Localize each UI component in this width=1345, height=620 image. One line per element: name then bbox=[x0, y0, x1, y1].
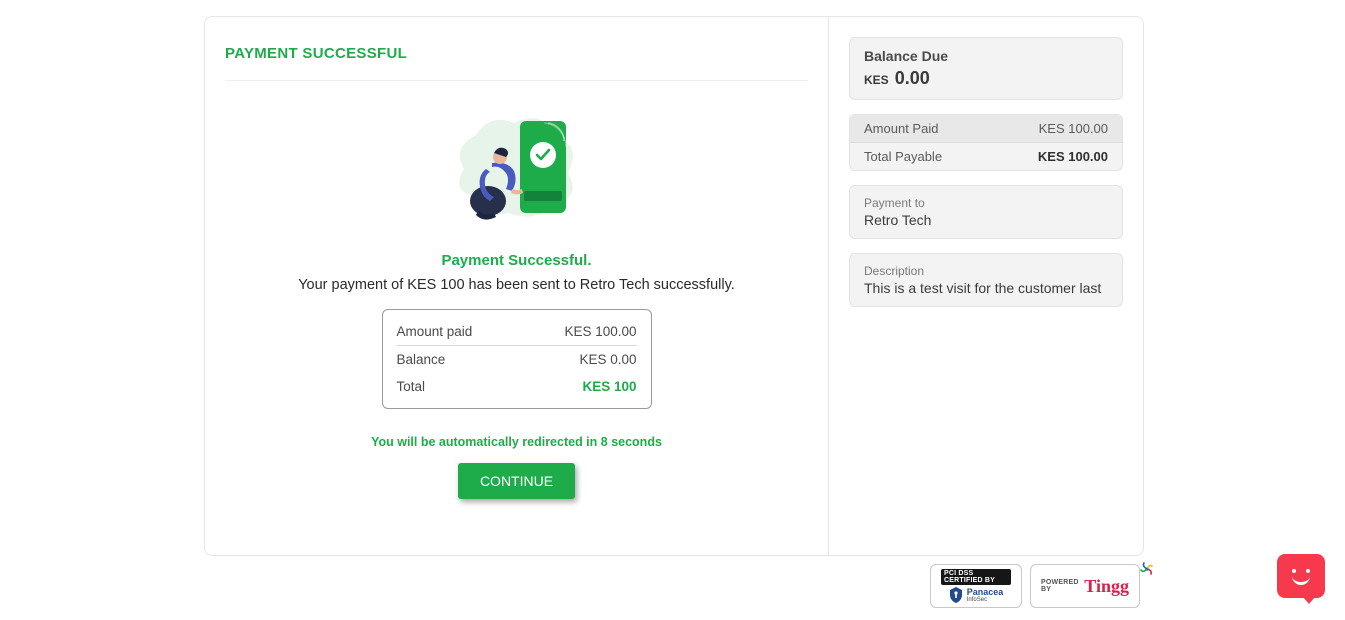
amounts-box: Amount Paid KES 100.00 Total Payable KES… bbox=[849, 114, 1123, 171]
spark-icon bbox=[1140, 562, 1154, 576]
page-title: PAYMENT SUCCESSFUL bbox=[225, 45, 808, 81]
payment-to-label: Payment to bbox=[864, 196, 1108, 210]
payment-card: PAYMENT SUCCESSFUL Payment Successful. Y bbox=[204, 16, 1144, 556]
right-panel: Balance Due KES 0.00 Amount Paid KES 100… bbox=[829, 17, 1143, 555]
total-payable-row: Total Payable KES 100.00 bbox=[850, 143, 1122, 170]
summary-row-balance: Balance KES 0.00 bbox=[397, 346, 637, 373]
summary-amount-paid-value: KES 100.00 bbox=[564, 324, 636, 339]
amount-paid-value: KES 100.00 bbox=[1039, 121, 1108, 136]
balance-due-label: Balance Due bbox=[864, 48, 1108, 64]
summary-row-total: Total KES 100 bbox=[397, 373, 637, 400]
payment-to-value: Retro Tech bbox=[864, 212, 1108, 228]
shield-icon bbox=[949, 587, 963, 603]
summary-balance-label: Balance bbox=[397, 352, 446, 367]
footer-badges: PCI DSS CERTIFIED BY Panacea InfoSec POW… bbox=[930, 564, 1140, 608]
success-description: Your payment of KES 100 has been sent to… bbox=[298, 277, 735, 293]
pci-sub: InfoSec bbox=[967, 597, 1004, 603]
total-payable-value: KES 100.00 bbox=[1038, 149, 1108, 164]
pci-certified-label: PCI DSS CERTIFIED BY bbox=[941, 569, 1011, 585]
description-label: Description bbox=[864, 264, 1108, 278]
summary-box: Amount paid KES 100.00 Balance KES 0.00 … bbox=[382, 309, 652, 409]
summary-row-amount-paid: Amount paid KES 100.00 bbox=[397, 318, 637, 346]
success-illustration bbox=[442, 99, 592, 234]
description-box: Description This is a test visit for the… bbox=[849, 253, 1123, 307]
success-subheading: Payment Successful. bbox=[441, 252, 591, 269]
balance-due-amount: KES 0.00 bbox=[864, 68, 1108, 89]
tingg-badge: POWERED BY Tingg bbox=[1030, 564, 1140, 608]
pci-brand: Panacea InfoSec bbox=[949, 587, 1004, 603]
summary-total-value: KES 100 bbox=[582, 379, 636, 394]
left-panel: PAYMENT SUCCESSFUL Payment Successful. Y bbox=[205, 17, 829, 555]
tingg-logo: Tingg bbox=[1084, 576, 1129, 597]
powered-by-label: POWERED BY bbox=[1041, 579, 1080, 593]
balance-due-value: 0.00 bbox=[895, 68, 930, 89]
amount-paid-label: Amount Paid bbox=[864, 121, 938, 136]
total-payable-label: Total Payable bbox=[864, 149, 942, 164]
pci-name: Panacea bbox=[967, 587, 1004, 597]
redirect-notice: You will be automatically redirected in … bbox=[371, 435, 662, 449]
amount-paid-row: Amount Paid KES 100.00 bbox=[850, 115, 1122, 143]
chat-widget-button[interactable] bbox=[1277, 554, 1325, 598]
summary-balance-value: KES 0.00 bbox=[579, 352, 636, 367]
summary-amount-paid-label: Amount paid bbox=[397, 324, 473, 339]
pci-badge: PCI DSS CERTIFIED BY Panacea InfoSec bbox=[930, 564, 1022, 608]
payment-to-box: Payment to Retro Tech bbox=[849, 185, 1123, 239]
balance-due-box: Balance Due KES 0.00 bbox=[849, 37, 1123, 100]
summary-total-label: Total bbox=[397, 379, 426, 394]
description-value: This is a test visit for the customer la… bbox=[864, 280, 1108, 296]
continue-button[interactable]: CONTINUE bbox=[458, 463, 575, 499]
balance-due-currency: KES bbox=[864, 73, 889, 87]
chat-face-icon bbox=[1290, 567, 1312, 585]
